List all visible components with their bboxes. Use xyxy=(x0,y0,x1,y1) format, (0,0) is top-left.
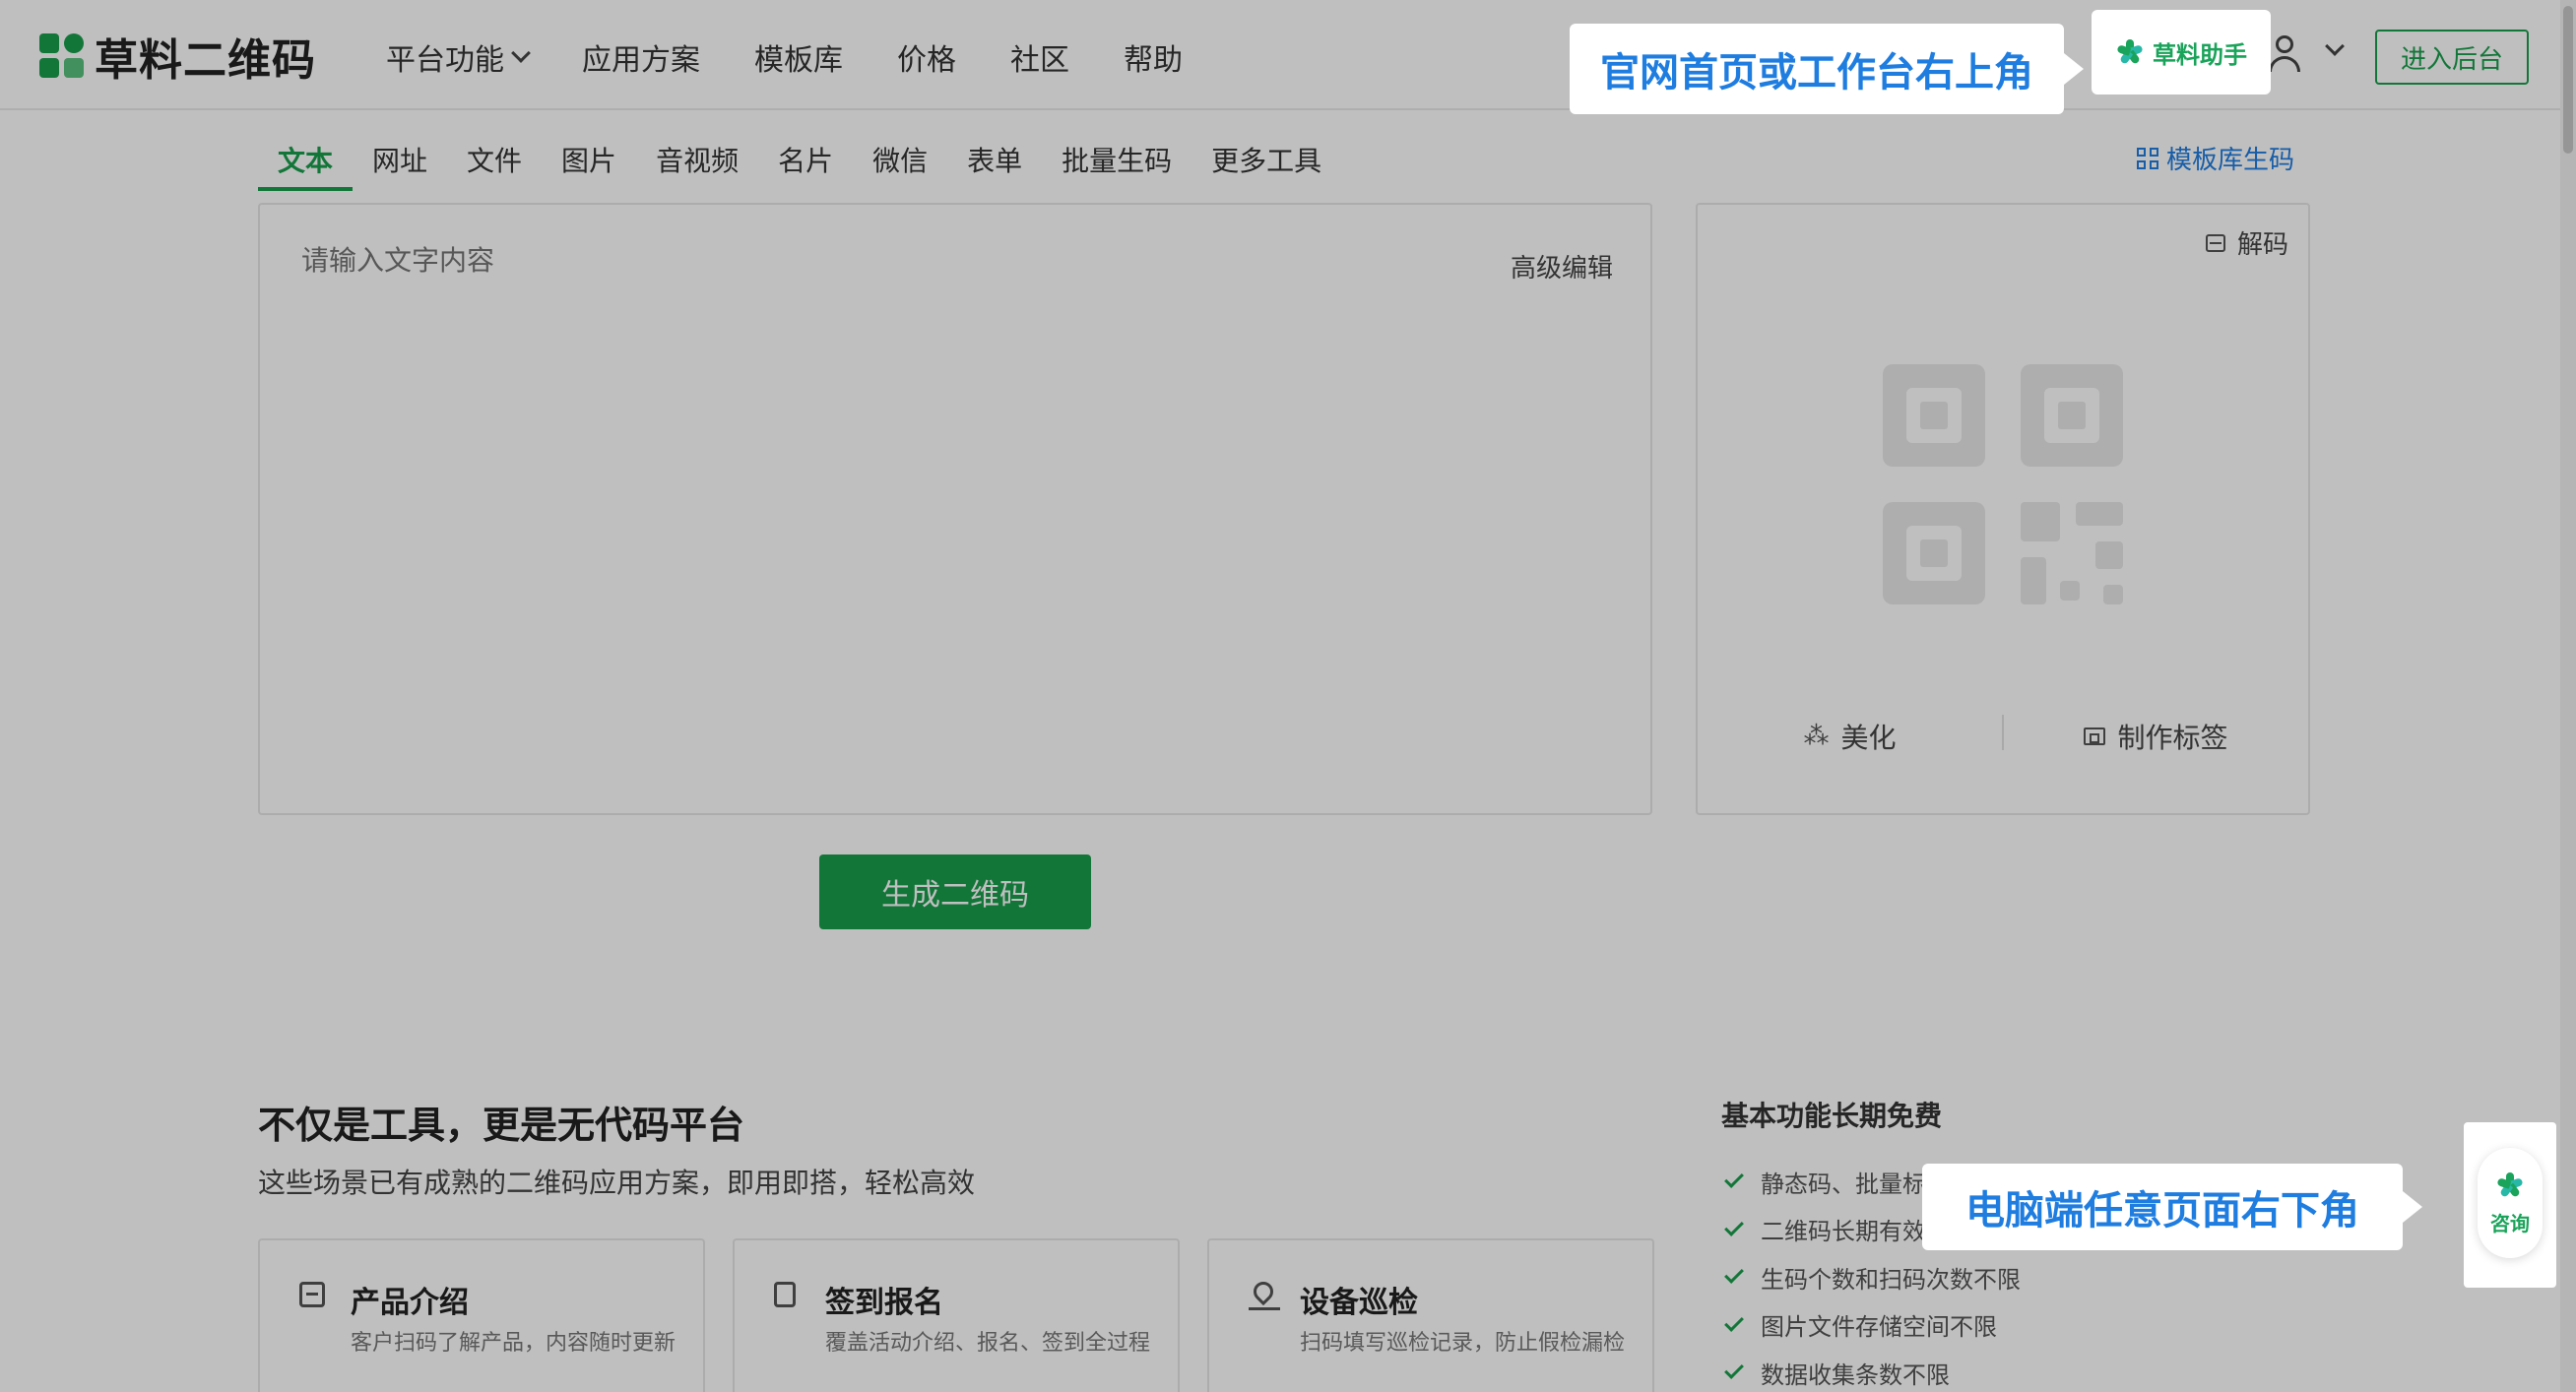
scan-icon xyxy=(2205,233,2225,252)
tab-audio-video[interactable]: 音视频 xyxy=(636,130,758,191)
template-generate-link[interactable]: 模板库生码 xyxy=(2137,140,2294,176)
card-desc: 客户扫码了解产品，内容随时更新 xyxy=(351,1331,676,1356)
section-title: 不仅是工具，更是无代码平台 xyxy=(258,1104,745,1147)
card-desc: 覆盖活动介绍、报名、签到全过程 xyxy=(825,1331,1151,1356)
make-label-button[interactable]: 制作标签 xyxy=(2004,717,2308,756)
consult-label: 咨询 xyxy=(2490,1211,2530,1235)
user-icon[interactable] xyxy=(2267,35,2302,75)
nav-item-help[interactable]: 帮助 xyxy=(1124,35,1183,79)
list-item-label: 静态码、批量标 xyxy=(1761,1170,1926,1198)
grid-icon xyxy=(2137,147,2158,169)
enter-backend-button[interactable]: 进入后台 xyxy=(2375,30,2529,85)
tab-wechat[interactable]: 微信 xyxy=(853,130,947,191)
list-item-label: 二维码长期有效 xyxy=(1761,1218,1926,1246)
list-item-label: 生码个数和扫码次数不限 xyxy=(1761,1265,2021,1294)
list-item: 生码个数和扫码次数不限 xyxy=(1724,1253,2021,1301)
nav-item-label: 社区 xyxy=(1010,43,1069,78)
tab-batch[interactable]: 批量生码 xyxy=(1042,130,1191,191)
nav-item-solutions[interactable]: 应用方案 xyxy=(582,35,700,79)
page: 草料二维码 平台功能 应用方案 模板库 价格 社区 帮助 进入后台 文本 网址 … xyxy=(0,0,2576,1392)
chevron-down-icon xyxy=(511,43,531,63)
pinwheel-icon xyxy=(2115,37,2145,67)
pinwheel-icon xyxy=(2495,1171,2525,1200)
nav-item-community[interactable]: 社区 xyxy=(1010,35,1069,79)
helper-button[interactable]: 草料助手 xyxy=(2092,10,2271,95)
nav-item-platform-features[interactable]: 平台功能 xyxy=(386,35,531,79)
main-nav: 平台功能 应用方案 模板库 价格 社区 帮助 xyxy=(386,35,1237,79)
decode-button[interactable]: 解码 xyxy=(2205,224,2288,261)
beautify-button[interactable]: ⁂ 美化 xyxy=(1698,717,2002,756)
tab-form[interactable]: 表单 xyxy=(947,130,1042,191)
qr-preview-panel: 解码 ⁂ 美化 制作标签 xyxy=(1696,203,2310,815)
callout-top: 官网首页或工作台右上角 xyxy=(1570,24,2084,114)
check-icon xyxy=(1724,1216,1744,1236)
nav-item-label: 帮助 xyxy=(1124,43,1183,78)
logo-icon xyxy=(39,33,85,79)
logo-text: 草料二维码 xyxy=(95,35,316,86)
label-icon xyxy=(2084,728,2106,745)
card-title: 产品介绍 xyxy=(351,1286,469,1320)
text-content-input[interactable] xyxy=(301,244,1286,277)
nav-item-pricing[interactable]: 价格 xyxy=(897,35,956,79)
advanced-edit-link[interactable]: 高级编辑 xyxy=(1511,248,1613,285)
list-item: 图片文件存储空间不限 xyxy=(1724,1301,2021,1350)
solution-card-signup[interactable]: 签到报名 覆盖活动介绍、报名、签到全过程 xyxy=(733,1238,1180,1392)
tab-more-tools[interactable]: 更多工具 xyxy=(1191,130,1341,191)
consult-highlight: 咨询 xyxy=(2464,1122,2556,1288)
solution-card-product[interactable]: 产品介绍 客户扫码了解产品，内容随时更新 xyxy=(258,1238,705,1392)
type-tabs: 文本 网址 文件 图片 音视频 名片 微信 表单 批量生码 更多工具 xyxy=(258,130,1341,191)
text-editor: 高级编辑 xyxy=(258,203,1652,815)
section-subtitle: 这些场景已有成熟的二维码应用方案，即用即搭，轻松高效 xyxy=(258,1167,976,1199)
tab-image[interactable]: 图片 xyxy=(542,130,636,191)
generate-qr-button[interactable]: 生成二维码 xyxy=(819,854,1091,929)
card-title: 签到报名 xyxy=(825,1286,943,1320)
sign-in-icon xyxy=(774,1282,804,1311)
tab-file[interactable]: 文件 xyxy=(447,130,542,191)
beautify-label: 美化 xyxy=(1840,722,1897,754)
location-pin-icon xyxy=(1249,1277,1280,1311)
consult-button[interactable]: 咨询 xyxy=(2478,1148,2543,1258)
free-features-title: 基本功能长期免费 xyxy=(1721,1100,1943,1132)
check-icon xyxy=(1724,1311,1744,1332)
helper-label: 草料助手 xyxy=(2153,40,2247,69)
card-title: 设备巡检 xyxy=(1300,1286,1418,1320)
list-item: 数据收集条数不限 xyxy=(1724,1349,2021,1392)
tab-url[interactable]: 网址 xyxy=(353,130,447,191)
card-desc: 扫码填写巡检记录，防止假检漏检 xyxy=(1300,1331,1626,1356)
check-icon xyxy=(1724,1169,1744,1189)
list-item-label: 数据收集条数不限 xyxy=(1761,1360,1950,1389)
scrollbar-thumb[interactable] xyxy=(2563,6,2573,154)
nav-item-label: 平台功能 xyxy=(386,43,504,78)
nav-item-label: 应用方案 xyxy=(582,43,700,78)
nav-item-label: 模板库 xyxy=(754,43,843,78)
check-icon xyxy=(1724,1264,1744,1285)
decode-label: 解码 xyxy=(2236,230,2288,260)
sparkle-icon: ⁂ xyxy=(1803,722,1830,751)
product-box-icon xyxy=(299,1282,329,1311)
tab-text[interactable]: 文本 xyxy=(258,130,354,191)
solution-card-inspection[interactable]: 设备巡检 扫码填写巡检记录，防止假检漏检 xyxy=(1207,1238,1654,1392)
qr-placeholder-icon xyxy=(1883,364,2123,604)
callout-bottom: 电脑端任意页面右下角 xyxy=(1922,1164,2422,1250)
chevron-down-icon[interactable] xyxy=(2325,36,2345,56)
nav-item-label: 价格 xyxy=(897,43,956,78)
list-item-label: 图片文件存储空间不限 xyxy=(1761,1313,1997,1342)
tab-business-card[interactable]: 名片 xyxy=(758,130,853,191)
nav-item-templates[interactable]: 模板库 xyxy=(754,35,843,79)
logo[interactable]: 草料二维码 xyxy=(39,30,316,86)
template-link-label: 模板库生码 xyxy=(2166,146,2295,175)
preview-actions: ⁂ 美化 制作标签 xyxy=(1698,715,2308,756)
make-label-label: 制作标签 xyxy=(2117,722,2228,754)
check-icon xyxy=(1724,1360,1744,1380)
scrollbar[interactable] xyxy=(2560,0,2576,1392)
